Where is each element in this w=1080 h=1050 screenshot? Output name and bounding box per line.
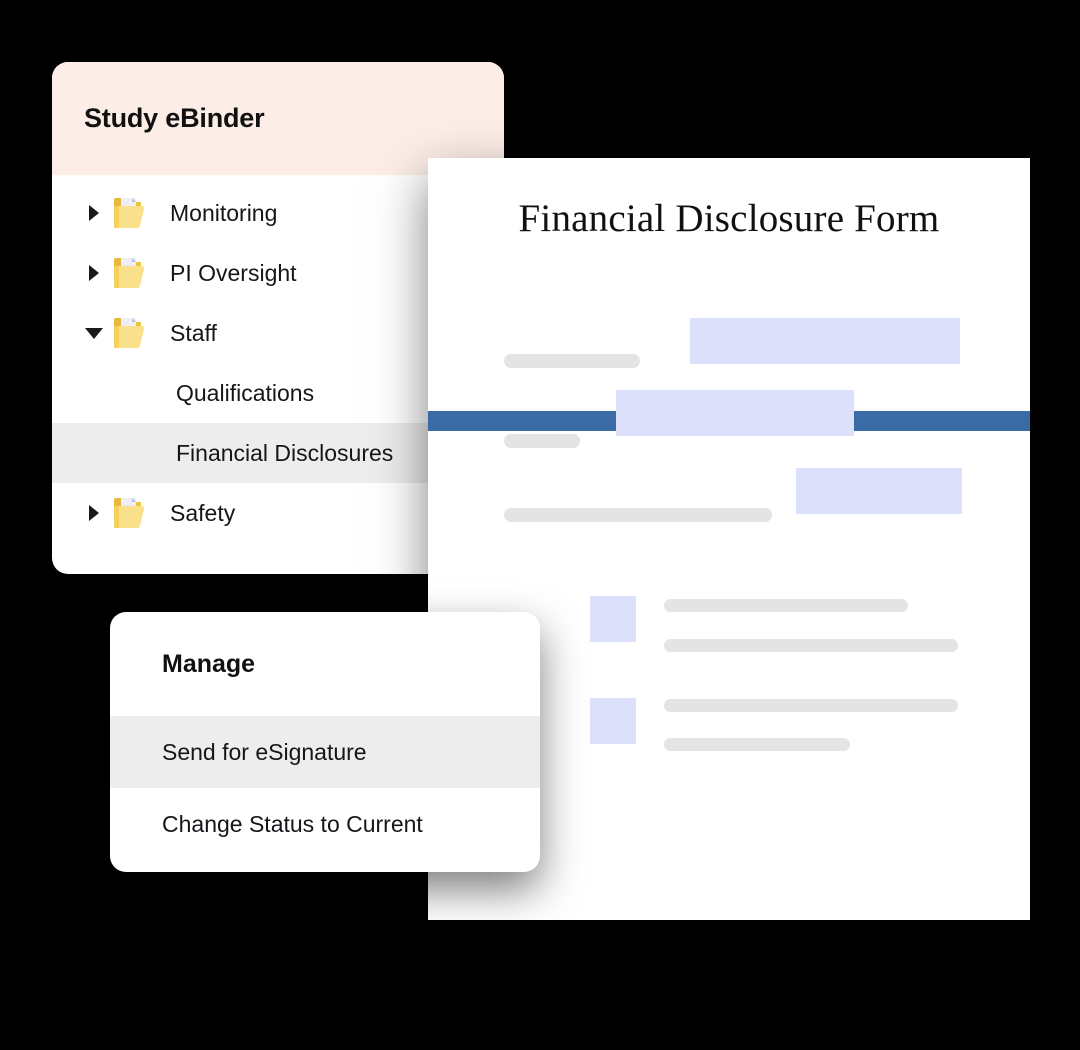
checkbox-text-line-1-1 [664,599,908,612]
form-label-placeholder-2 [504,434,580,448]
form-checkbox-2[interactable] [590,698,636,744]
folder-icon [112,315,156,351]
form-input-field-2[interactable] [616,390,854,436]
screenshot-stage: Study eBinder Monitoring PI Oversight Staf… [0,0,1080,1050]
tree-item-label: Safety [170,499,236,526]
form-checkbox-1[interactable] [590,596,636,642]
manage-menu-header: Manage [110,612,540,716]
menu-item-change-status-to-current[interactable]: Change Status to Current [110,788,540,860]
tree-item-label: Qualifications [176,379,315,406]
form-input-field-1[interactable] [690,318,960,364]
form-input-field-3[interactable] [796,468,962,514]
folder-icon [112,495,156,531]
checkbox-text-line-1-2 [664,639,958,652]
folder-icon [112,255,156,291]
chevron-down-icon[interactable] [82,321,106,345]
checkbox-text-line-2-2 [664,738,850,751]
tree-item-label: Staff [170,319,217,346]
manage-menu-items: Send for eSignature Change Status to Curr… [110,716,540,860]
form-label-placeholder-1 [504,354,640,368]
tree-item-label: Financial Disclosures [176,439,394,466]
tree-item-label: Monitoring [170,199,278,226]
chevron-right-icon[interactable] [82,501,106,525]
form-label-placeholder-3 [504,508,772,522]
folder-icon [112,195,156,231]
manage-menu-card: Manage Send for eSignature Change Status … [110,612,540,872]
chevron-right-icon[interactable] [82,261,106,285]
document-title: Financial Disclosure Form [518,197,940,240]
tree-item-label: PI Oversight [170,259,297,286]
manage-menu-title: Manage [162,649,256,678]
menu-item-send-for-esignature[interactable]: Send for eSignature [110,716,540,788]
chevron-right-icon[interactable] [82,201,106,225]
page-title: Study eBinder [84,103,265,133]
checkbox-text-line-2-1 [664,699,958,712]
